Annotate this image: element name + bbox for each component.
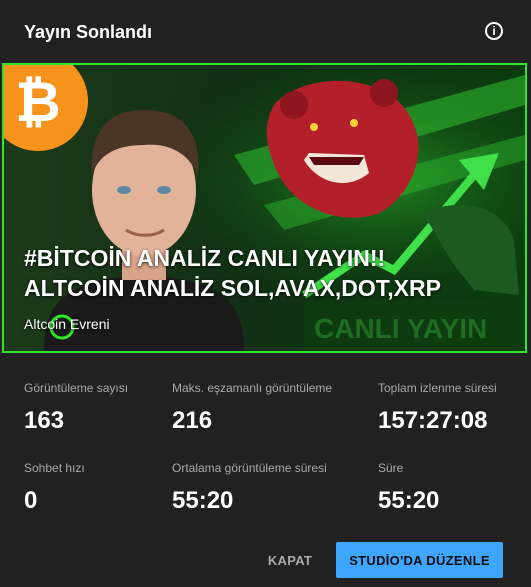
stat-value: 55:20 bbox=[172, 487, 234, 514]
thumbnail-artwork: ₿ CANLI YAYIN bbox=[4, 65, 525, 351]
stat-label: Toplam izlenme süresi bbox=[378, 381, 497, 395]
info-icon[interactable]: i bbox=[485, 22, 503, 40]
stream-thumbnail[interactable]: ₿ CANLI YAYIN #BİTCOİN ANALİZ CANLI YAYI bbox=[2, 63, 527, 353]
dialog-title: Yayın Sonlandı bbox=[24, 22, 153, 42]
dialog-header: Yayın Sonlandı i bbox=[24, 20, 511, 46]
svg-text:₿: ₿ bbox=[15, 70, 61, 133]
stat-value: 163 bbox=[24, 407, 65, 434]
stream-title-line2: ALTCOİN ANALİZ SOL,AVAX,DOT,XRP bbox=[24, 275, 441, 301]
stat-views: Görüntüleme sayısı 163 bbox=[24, 381, 128, 435]
stat-value: 55:20 bbox=[378, 487, 440, 514]
stat-chat-rate: Sohbet hızı 0 bbox=[24, 461, 85, 515]
stat-value: 216 bbox=[172, 407, 213, 434]
canli-yayin-badge: CANLI YAYIN bbox=[304, 301, 525, 351]
stat-total-watch-time: Toplam izlenme süresi 157:27:08 bbox=[378, 381, 497, 435]
edit-in-studio-button[interactable]: STUDİO'DA DÜZENLE bbox=[336, 542, 503, 578]
stat-label: Maks. eşzamanlı görüntüleme bbox=[172, 381, 333, 395]
stat-peak-concurrent: Maks. eşzamanlı görüntüleme 216 bbox=[172, 381, 332, 435]
svg-text:CANLI YAYIN: CANLI YAYIN bbox=[314, 313, 487, 344]
stat-label: Sohbet hızı bbox=[24, 461, 85, 475]
stream-title: #BİTCOİN ANALİZ CANLI YAYIN!! ALTCOİN AN… bbox=[24, 243, 505, 303]
stat-avg-view-duration: Ortalama görüntüleme süresi 55:20 bbox=[172, 461, 327, 515]
stat-value: 0 bbox=[24, 487, 38, 514]
channel-name: Altcoin Evreni bbox=[24, 316, 110, 332]
stream-ended-dialog: Yayın Sonlandı i ₿ CANLI YAYIN #BİTCOİN … bbox=[0, 0, 531, 587]
stat-label: Görüntüleme sayısı bbox=[24, 381, 129, 395]
stat-duration: Süre 55:20 bbox=[378, 461, 439, 515]
stream-title-line1: #BİTCOİN ANALİZ CANLI YAYIN!! bbox=[24, 245, 386, 271]
stat-label: Ortalama görüntüleme süresi bbox=[172, 461, 327, 475]
stat-value: 157:27:08 bbox=[378, 407, 488, 434]
stat-label: Süre bbox=[378, 461, 404, 475]
close-button[interactable]: KAPAT bbox=[256, 543, 324, 577]
